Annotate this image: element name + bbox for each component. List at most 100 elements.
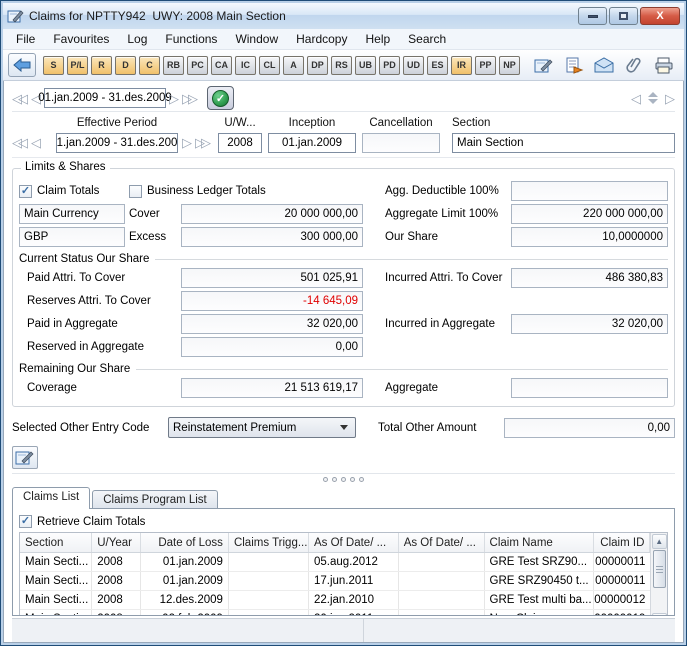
toolbar-button-r[interactable]: R <box>91 55 112 75</box>
confirm-button[interactable]: ✓ <box>207 86 234 110</box>
mail-button[interactable] <box>593 55 615 75</box>
cell-claims-trigger <box>229 553 309 571</box>
toolbar-button-s[interactable]: S <box>43 55 64 75</box>
aggregate-field[interactable] <box>511 378 668 398</box>
form-detail-button[interactable] <box>12 446 38 469</box>
incurred-in-aggregate-field[interactable]: 32 020,00 <box>511 314 668 334</box>
col-claim-id[interactable]: Claim ID <box>594 533 651 552</box>
menu-functions[interactable]: Functions <box>156 30 226 48</box>
restore-icon <box>619 12 628 20</box>
list-export-button[interactable] <box>563 55 585 75</box>
period-last-button[interactable]: ▷▷ <box>195 136 211 149</box>
period-next-button[interactable]: ▷ <box>182 136 192 149</box>
menu-file[interactable]: File <box>7 30 44 48</box>
currency-field[interactable]: GBP <box>19 227 125 247</box>
toolbar-button-ic[interactable]: IC <box>235 55 256 75</box>
col-as-of-date-2[interactable]: As Of Date/ ... <box>399 533 485 552</box>
section-field[interactable]: Main Section <box>452 132 675 153</box>
toolbar-button-ir[interactable]: IR <box>451 55 472 75</box>
period-nav-field[interactable]: 01.jan.2009 - 31.des.2009 <box>38 88 172 108</box>
effective-period-field[interactable]: 01.jan.2009 - 31.des.2009 <box>56 132 178 153</box>
toolbar-button-es[interactable]: ES <box>427 55 448 75</box>
uw-year-field[interactable]: 2008 <box>218 132 262 153</box>
menu-favourites[interactable]: Favourites <box>44 30 118 48</box>
table-row[interactable]: Main Secti... 2008 01.jan.2009 17.jun.20… <box>20 572 651 591</box>
agg-deductible-field[interactable] <box>511 181 668 201</box>
toolbar-button-np[interactable]: NP <box>499 55 520 75</box>
last-record-button[interactable]: ▷▷ <box>182 92 198 105</box>
retrieve-claim-totals-checkbox[interactable]: ✓ Retrieve Claim Totals <box>19 515 668 528</box>
col-as-of-date-1[interactable]: As Of Date/ ... <box>309 533 399 552</box>
menu-help[interactable]: Help <box>356 30 399 48</box>
record-spinner[interactable] <box>648 92 658 104</box>
paid-in-aggregate-label: Paid in Aggregate <box>27 318 118 330</box>
menu-search[interactable]: Search <box>399 30 455 48</box>
attachment-button[interactable] <box>623 55 645 75</box>
back-button[interactable] <box>8 53 36 77</box>
paid-in-aggregate-field[interactable]: 32 020,00 <box>181 314 363 334</box>
toolbar-button-pp[interactable]: PP <box>475 55 496 75</box>
vertical-scrollbar[interactable]: ▲ ▼ <box>650 533 667 615</box>
reserved-in-aggregate-field[interactable]: 0,00 <box>181 337 363 357</box>
toolbar-button-d[interactable]: D <box>115 55 136 75</box>
tab-claims-program-list[interactable]: Claims Program List <box>92 490 218 509</box>
period-prev-button[interactable]: ◁ <box>31 136 41 149</box>
aggregate-limit-field[interactable]: 220 000 000,00 <box>511 204 668 224</box>
business-ledger-checkbox[interactable]: Business Ledger Totals <box>129 184 363 198</box>
period-first-button[interactable]: ◁◁ <box>12 136 28 149</box>
col-uyear[interactable]: U/Year <box>92 533 142 552</box>
our-share-field[interactable]: 10,0000000 <box>511 227 668 247</box>
table-row[interactable]: Main Secti... 2008 01.jan.2009 05.aug.20… <box>20 553 651 572</box>
minimize-button[interactable] <box>578 7 607 25</box>
table-row[interactable]: Main Secti... 2008 12.des.2009 22.jan.20… <box>20 591 651 610</box>
scroll-down-icon[interactable]: ▼ <box>651 613 667 615</box>
col-claim-name[interactable]: Claim Name <box>485 533 594 552</box>
main-currency-button[interactable]: Main Currency <box>19 204 125 224</box>
toolbar-button-ca[interactable]: CA <box>211 55 232 75</box>
restore-button[interactable] <box>609 7 638 25</box>
claim-totals-checkbox[interactable]: ✓ Claim Totals <box>19 184 125 198</box>
coverage-field[interactable]: 21 513 619,17 <box>181 378 363 398</box>
toolbar-button-rb[interactable]: RB <box>163 55 184 75</box>
incurred-attri-field[interactable]: 486 380,83 <box>511 268 668 288</box>
scroll-right-button[interactable]: ▷ <box>665 92 675 105</box>
print-button[interactable] <box>653 55 675 75</box>
reserves-attri-field[interactable]: -14 645,09 <box>181 291 363 311</box>
toolbar-button-pc[interactable]: PC <box>187 55 208 75</box>
total-other-amount-field[interactable]: 0,00 <box>504 417 675 438</box>
excess-field[interactable]: 300 000,00 <box>181 227 363 247</box>
other-entry-dropdown[interactable]: Reinstatement Premium <box>168 417 356 438</box>
menu-hardcopy[interactable]: Hardcopy <box>287 30 356 48</box>
toolbar-button-rs[interactable]: RS <box>331 55 352 75</box>
cancellation-field[interactable] <box>362 132 440 153</box>
toolbar-button-ud[interactable]: UD <box>403 55 424 75</box>
inception-field[interactable]: 01.jan.2009 <box>268 132 356 153</box>
first-record-button[interactable]: ◁◁ <box>12 92 28 105</box>
close-button[interactable]: X <box>640 7 680 25</box>
toolbar-button-c[interactable]: C <box>139 55 160 75</box>
col-date-of-loss[interactable]: Date of Loss <box>141 533 229 552</box>
menu-log[interactable]: Log <box>118 30 156 48</box>
tab-claims-list[interactable]: Claims List <box>12 487 91 509</box>
scroll-up-icon[interactable]: ▲ <box>651 534 667 549</box>
toolbar-button-ub[interactable]: UB <box>355 55 376 75</box>
paid-attri-field[interactable]: 501 025,91 <box>181 268 363 288</box>
col-claims-trigger[interactable]: Claims Trigg... <box>229 533 309 552</box>
toolbar-button-pd[interactable]: PD <box>379 55 400 75</box>
toolbar-button-dp[interactable]: DP <box>307 55 328 75</box>
col-section[interactable]: Section <box>20 533 93 552</box>
menu-window[interactable]: Window <box>226 30 287 48</box>
cover-field[interactable]: 20 000 000,00 <box>181 204 363 224</box>
toolbar-button-pl[interactable]: P/L <box>67 55 88 75</box>
vertical-scroll-thumb[interactable] <box>652 550 666 588</box>
scroll-left-button[interactable]: ◁ <box>631 92 641 105</box>
toolbar-button-cl[interactable]: CL <box>259 55 280 75</box>
cell-claim-id: 00000011 <box>595 556 646 568</box>
splitter-handle[interactable] <box>12 473 675 485</box>
title-bar[interactable]: Claims for NPTTY942 UWY: 2008 Main Secti… <box>3 3 684 29</box>
next-record-button[interactable]: ▷ <box>169 92 179 105</box>
claims-table-header[interactable]: Section U/Year Date of Loss Claims Trigg… <box>20 533 651 553</box>
table-row[interactable]: Main Secti... 2008 02.feb.2009 20.jun.20… <box>20 610 651 615</box>
form-edit-button[interactable] <box>533 55 555 75</box>
toolbar-button-a[interactable]: A <box>283 55 304 75</box>
